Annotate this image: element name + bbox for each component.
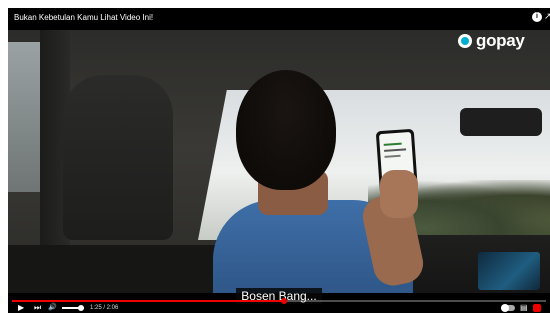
play-icon[interactable]: ▶ — [18, 303, 24, 313]
settings-hd-icon[interactable] — [533, 304, 541, 312]
volume-knob[interactable] — [77, 305, 84, 311]
progress-played — [12, 300, 285, 302]
phone-text-line — [384, 154, 401, 158]
seat-headrest — [63, 75, 173, 240]
phone-text-line — [383, 142, 402, 146]
volume-icon[interactable]: 🔊 — [48, 303, 57, 313]
brand-name: gopay — [476, 31, 525, 50]
volume-slider[interactable] — [62, 305, 84, 311]
phone-text-line — [384, 148, 407, 152]
gopay-logo-icon — [458, 34, 472, 48]
time-display: 1:25 / 2:06 — [90, 305, 119, 311]
video-player[interactable]: Bukan Kebetulan Kamu Lihat Video Ini! i … — [8, 8, 550, 313]
video-frame[interactable] — [8, 30, 550, 293]
video-title[interactable]: Bukan Kebetulan Kamu Lihat Video Ini! — [14, 13, 153, 22]
progress-bar[interactable] — [12, 298, 546, 304]
autoplay-toggle[interactable] — [501, 304, 515, 312]
video-title-bar: Bukan Kebetulan Kamu Lihat Video Ini! i … — [8, 8, 550, 30]
brand-logo: gopay — [458, 31, 525, 51]
person-head — [236, 70, 336, 190]
share-icon[interactable]: ↗ — [544, 11, 550, 22]
rearview-mirror — [460, 108, 542, 136]
next-icon[interactable]: ⏭ — [34, 303, 41, 313]
subtitles-icon[interactable]: ▤ — [520, 303, 528, 313]
person-hand — [380, 170, 418, 218]
car-display — [478, 252, 540, 290]
info-icon[interactable]: i — [532, 12, 542, 22]
autoplay-toggle-knob — [501, 304, 509, 312]
control-bar: ▶ ⏭ 🔊 1:25 / 2:06 ▤ — [8, 303, 550, 313]
